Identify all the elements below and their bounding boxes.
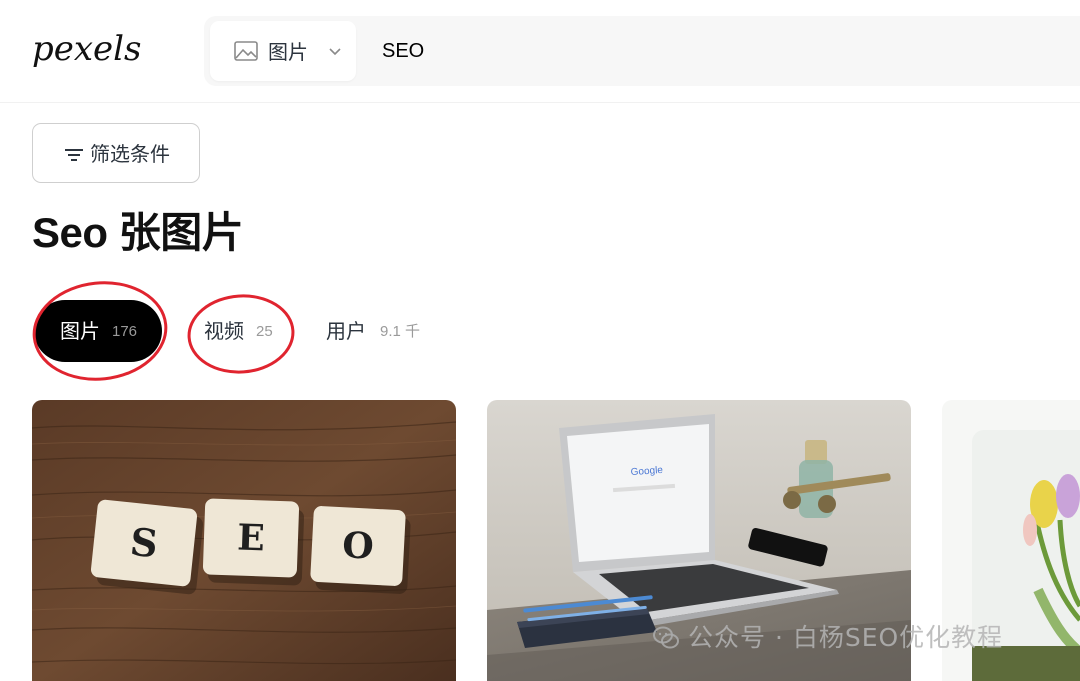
- tab-videos-count: 25: [256, 323, 273, 340]
- google-logo-text: Google: [630, 465, 663, 478]
- watermark-text: 公众号 · 白杨SEO优化教程: [688, 623, 1004, 652]
- logo-text: pexels: [32, 29, 142, 69]
- watermark: 公众号 · 白杨SEO优化教程: [652, 620, 1003, 656]
- tile-e: E: [202, 498, 305, 586]
- pexels-logo[interactable]: pexels: [30, 26, 146, 78]
- top-header: pexels 图片 SEO: [0, 0, 1080, 103]
- wechat-icon: [653, 626, 679, 649]
- tab-users[interactable]: 用户 9.1 千: [310, 300, 440, 362]
- tile-s-letter: S: [128, 519, 160, 567]
- tile-s: S: [90, 499, 204, 595]
- image-icon: [234, 41, 258, 61]
- tab-photos[interactable]: 图片 176: [34, 300, 162, 362]
- seo-tiles-photo: S E O: [32, 400, 456, 681]
- tab-photos-label: 图片: [60, 319, 100, 343]
- search-input[interactable]: SEO: [382, 39, 424, 63]
- tab-photos-count: 176: [112, 323, 138, 340]
- tile-o: O: [310, 506, 411, 594]
- search-bar: 图片 SEO: [204, 16, 1080, 86]
- filter-button-label: 筛选条件: [90, 142, 170, 166]
- tab-videos-label: 视频: [204, 319, 244, 343]
- photo-card-seo-tiles[interactable]: S E O: [32, 400, 456, 681]
- filter-icon: [65, 149, 83, 161]
- tab-videos[interactable]: 视频 25: [186, 300, 296, 362]
- tile-o-letter: O: [341, 524, 375, 568]
- filter-button[interactable]: 筛选条件: [32, 123, 200, 183]
- search-type-label: 图片: [268, 40, 308, 64]
- chevron-down-icon: [329, 48, 341, 56]
- page-title: Seo 张图片: [32, 209, 244, 256]
- search-type-dropdown[interactable]: 图片: [210, 21, 356, 81]
- tab-users-count: 9.1 千: [380, 323, 421, 340]
- tab-users-label: 用户: [326, 319, 366, 343]
- tile-e-letter: E: [237, 517, 266, 560]
